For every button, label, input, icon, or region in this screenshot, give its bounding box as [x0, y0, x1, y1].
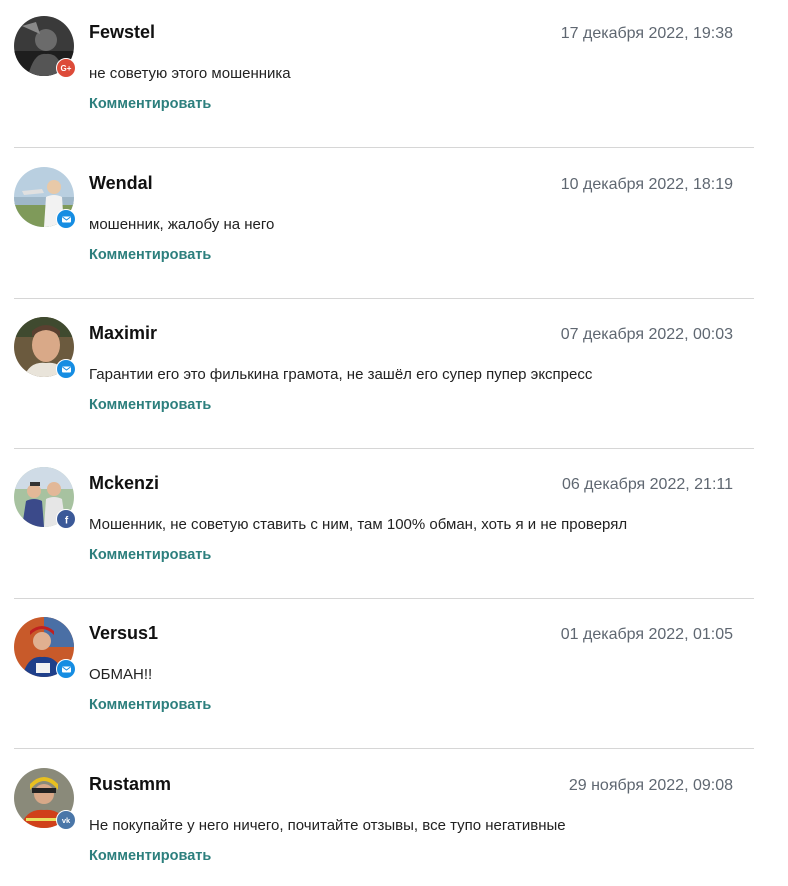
svg-text:G+: G+ [61, 64, 72, 73]
svg-text:vk: vk [62, 816, 71, 825]
facebook-icon: f [56, 509, 76, 529]
divider [14, 748, 754, 749]
mail-icon [56, 359, 76, 379]
divider [14, 598, 754, 599]
username[interactable]: Wendal [89, 172, 153, 194]
username[interactable]: Fewstel [89, 21, 155, 43]
divider [14, 298, 754, 299]
reply-button[interactable]: Комментировать [89, 546, 211, 564]
comment-item: G+ Fewstel 17 декабря 2022, 19:38 не сов… [0, 0, 788, 150]
comment-item: vk Rustamm 29 ноября 2022, 09:08 Не поку… [0, 752, 788, 886]
reply-button[interactable]: Комментировать [89, 847, 211, 865]
comment-text: ОБМАН!! [89, 666, 153, 683]
comment-text: Гарантии его это филькина грамота, не за… [89, 366, 593, 383]
comment-item: f Mckenzi 06 декабря 2022, 21:11 Мошенни… [0, 451, 788, 601]
comment-item: Maximir 07 декабря 2022, 00:03 Гарантии … [0, 301, 788, 451]
reply-button[interactable]: Комментировать [89, 696, 211, 714]
comment-date: 06 декабря 2022, 21:11 [561, 476, 733, 493]
comment-item: Versus1 01 декабря 2022, 01:05 ОБМАН!! К… [0, 601, 788, 751]
username[interactable]: Maximir [89, 322, 157, 344]
divider [14, 448, 754, 449]
comment-date: 10 декабря 2022, 18:19 [560, 176, 733, 193]
username[interactable]: Versus1 [89, 622, 158, 644]
comment-date: 17 декабря 2022, 19:38 [560, 25, 733, 42]
comment-item: Wendal 10 декабря 2022, 18:19 мошенник, … [0, 151, 788, 301]
svg-text:f: f [64, 515, 68, 525]
vk-icon: vk [56, 810, 76, 830]
comment-text: Не покупайте у него ничего, почитайте от… [89, 817, 566, 834]
username[interactable]: Rustamm [89, 773, 171, 795]
comment-date: 29 ноября 2022, 09:08 [568, 777, 733, 794]
comment-text: Мошенник, не советую ставить с ним, там … [89, 516, 628, 533]
comment-date: 01 декабря 2022, 01:05 [560, 626, 733, 643]
username[interactable]: Mckenzi [89, 472, 159, 494]
comment-date: 07 декабря 2022, 00:03 [560, 326, 733, 343]
reply-button[interactable]: Комментировать [89, 396, 211, 414]
reply-button[interactable]: Комментировать [89, 246, 211, 264]
google-plus-icon: G+ [56, 58, 76, 78]
divider [14, 147, 754, 148]
reply-button[interactable]: Комментировать [89, 95, 211, 113]
mail-icon [56, 659, 76, 679]
mail-icon [56, 209, 76, 229]
comment-text: не советую этого мошенника [89, 65, 291, 82]
comment-text: мошенник, жалобу на него [89, 216, 275, 233]
